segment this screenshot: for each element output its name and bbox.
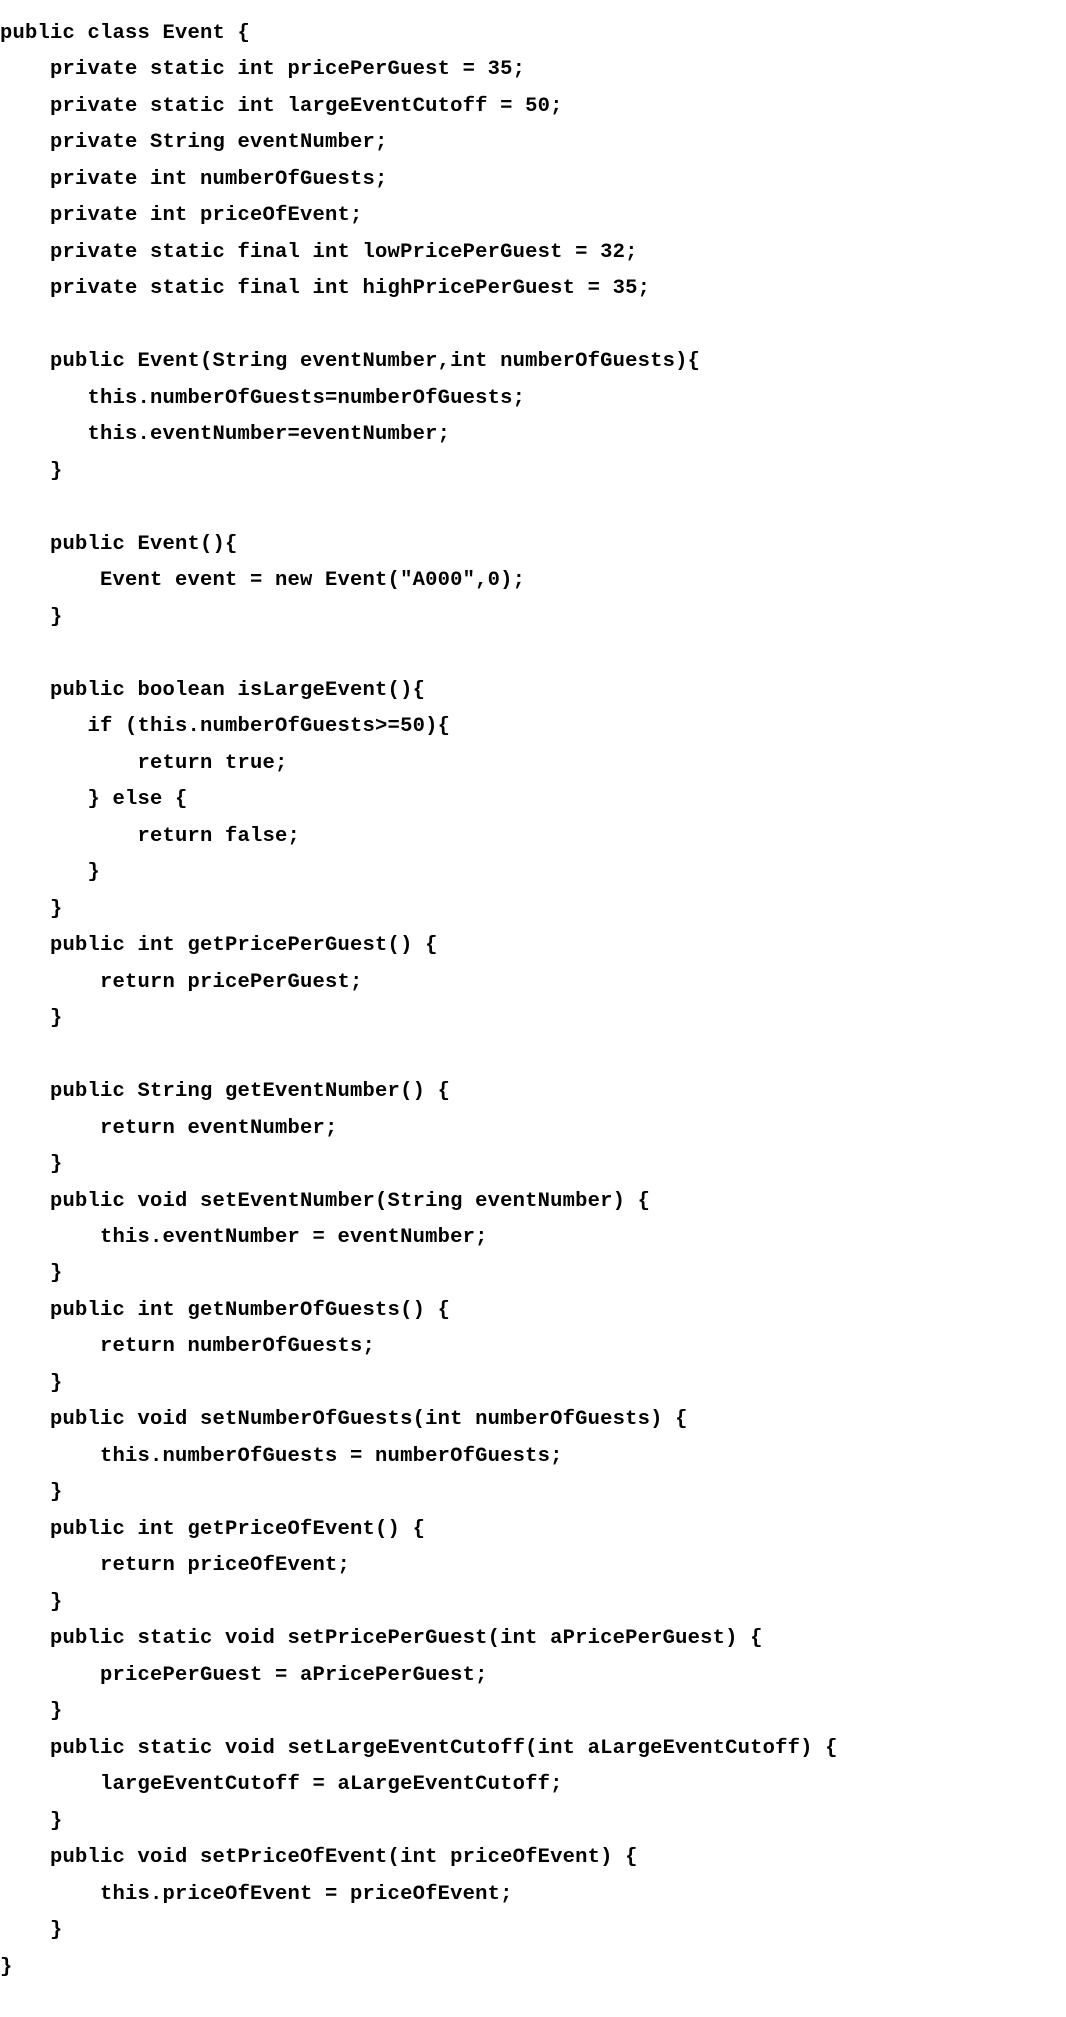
- code-block: public class Event { private static int …: [0, 0, 1066, 2002]
